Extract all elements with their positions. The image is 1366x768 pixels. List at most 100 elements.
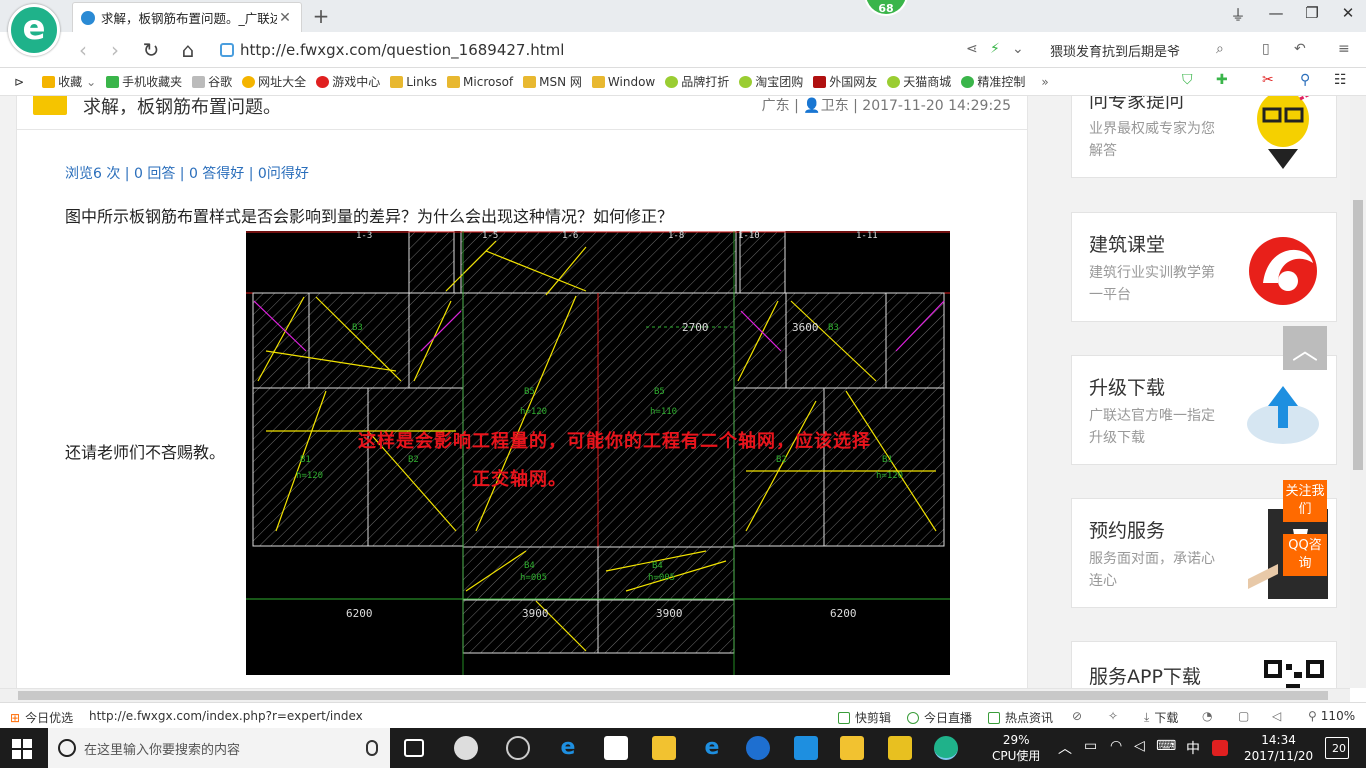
url-input[interactable]: http://e.fwxgx.com/question_1689427.html [220, 38, 1030, 62]
scrollbar-thumb[interactable] [18, 691, 1328, 700]
history-icon[interactable]: ◔ [1202, 709, 1212, 723]
bookmark-item[interactable]: 外国网友 [813, 73, 877, 90]
browser-taskbar-icon[interactable] [934, 736, 958, 760]
audio-icon[interactable]: ◁ [1272, 709, 1281, 723]
bookmark-item[interactable]: 谷歌 [192, 73, 232, 90]
task-view-icon[interactable] [404, 739, 424, 757]
swirl-app-icon[interactable] [506, 736, 530, 760]
zoom-level[interactable]: ⚲ 110% [1308, 709, 1355, 723]
g-app-icon[interactable] [746, 736, 770, 760]
ie-browser-icon[interactable]: e [700, 736, 724, 760]
bookmark-folder[interactable]: MSN 网 [523, 73, 582, 90]
plus-extension-icon[interactable]: ✚ [1216, 72, 1228, 88]
scrollbar-thumb[interactable] [1353, 200, 1363, 470]
speed-icon[interactable]: ⊘ [1072, 709, 1082, 723]
bookmark-item[interactable]: 手机收藏夹 [106, 73, 182, 90]
search-icon[interactable]: ⌕ [1216, 41, 1224, 57]
microphone-icon[interactable] [366, 740, 378, 756]
sogou-ime-icon[interactable] [1212, 740, 1228, 756]
back-to-top-button[interactable]: ︿ [1283, 326, 1327, 370]
sidebar-card-ask-expert[interactable]: 问专家提问 业界最权威专家为您解答 [1071, 96, 1337, 178]
cad-slab-label: h=005 [520, 573, 548, 583]
bookmark-item[interactable]: 精准控制 [961, 73, 1025, 90]
bookmark-item[interactable]: 天猫商城 [887, 73, 951, 90]
folder-icon [447, 75, 461, 88]
ime-indicator[interactable]: 中 [1186, 738, 1200, 758]
horizontal-scrollbar[interactable] [0, 688, 1350, 702]
bookmark-item[interactable]: 收藏 ⌄ [42, 73, 96, 90]
vertical-scrollbar[interactable] [1350, 96, 1366, 688]
cad-dimension: 6200 [346, 607, 373, 620]
tab-active[interactable]: 求解，板钢筋布置问题。_广联达 ✕ [72, 2, 302, 32]
cpu-usage[interactable]: 29% CPU使用 [992, 732, 1040, 764]
sidebar-card-title: 预约服务 [1089, 520, 1166, 542]
status-item[interactable]: 今日直播 [907, 709, 972, 726]
sidebar-card-app-download[interactable]: 服务APP下载 [1071, 641, 1337, 688]
bookmark-folder[interactable]: Window [591, 75, 655, 89]
volume-icon[interactable]: ◁ [1134, 738, 1145, 754]
file-explorer-icon[interactable] [652, 736, 676, 760]
chevron-up-icon[interactable]: ︿ [1058, 738, 1072, 758]
question-stats[interactable]: 浏览6 次 | 0 回答 | 0 答得好 | 0问得好 [65, 163, 309, 183]
status-item[interactable]: 热点资讯 [988, 709, 1053, 726]
status-item[interactable]: 快剪辑 [838, 709, 891, 726]
close-window-button[interactable]: ✕ [1334, 4, 1362, 22]
calculator-app-icon[interactable] [888, 736, 912, 760]
leaf-icon [739, 75, 753, 88]
skin-icon[interactable]: ⏚ [1224, 4, 1252, 25]
sidebar-card-download[interactable]: 升级下载 广联达官方唯一指定升级下载 [1071, 355, 1337, 465]
extensions-menu-icon[interactable]: ☷ [1334, 72, 1347, 88]
notes-app-icon[interactable] [840, 736, 864, 760]
window-icon[interactable]: ▢ [1238, 709, 1249, 723]
bookmark-item[interactable]: 网址大全 [242, 73, 306, 90]
store-icon[interactable] [604, 736, 628, 760]
tab-close-icon[interactable]: ✕ [277, 10, 293, 26]
refresh-button[interactable]: ↻ [138, 38, 164, 62]
lightning-icon[interactable]: ⚡ [990, 41, 1000, 57]
search-suggestion[interactable]: 猥琐发育抗到后期是爷 [1050, 41, 1180, 60]
share-icon[interactable]: ⋖ [966, 41, 978, 57]
new-tab-button[interactable]: + [310, 4, 332, 28]
plus-app-icon[interactable] [794, 736, 818, 760]
wifi-icon[interactable]: ◠ [1110, 738, 1122, 754]
menu-icon[interactable]: ≡ [1338, 41, 1350, 57]
cleanup-icon[interactable]: ✧ [1108, 709, 1118, 723]
edge-browser-icon[interactable]: e [556, 736, 580, 760]
windows-start-icon[interactable] [12, 739, 32, 759]
question-title: 求解，板钢筋布置问题。 [83, 97, 281, 118]
cad-axis-label: 1-10 [738, 231, 760, 241]
action-center-icon[interactable]: 20 [1325, 737, 1349, 759]
maximize-button[interactable]: ❐ [1298, 4, 1326, 22]
home-button[interactable]: ⌂ [175, 38, 201, 62]
pinwheel-app-icon[interactable] [454, 736, 478, 760]
search-extension-icon[interactable]: ⚲ [1300, 72, 1310, 88]
shield-icon[interactable]: ⛉ [1182, 72, 1193, 88]
status-item[interactable]: ⤓ 下载 [1144, 709, 1178, 726]
clip-icon [838, 711, 850, 724]
taskbar-search-input[interactable]: 在这里输入你要搜索的内容 [48, 728, 390, 768]
bookmarks-more-button[interactable]: » [1041, 75, 1048, 89]
bookmark-folder[interactable]: Links [390, 75, 437, 89]
bookmark-folder[interactable]: Microsof [447, 75, 513, 89]
cad-drawing-image[interactable]: 2700 3600 6200 3900 3900 6200 B5 h=120 B… [246, 231, 950, 675]
today-picks[interactable]: ⊞ 今日优选 [10, 709, 73, 726]
scissors-icon[interactable]: ✂ [1262, 72, 1274, 88]
keyboard-icon[interactable]: ⌨ [1156, 738, 1176, 754]
follow-us-button[interactable]: 关注我们 [1283, 480, 1327, 522]
bookmark-item[interactable]: 品牌打折 [665, 73, 729, 90]
chevron-down-icon[interactable]: ⌄ [1012, 41, 1024, 57]
sidebar-card-classroom[interactable]: 建筑课堂 建筑行业实训教学第一平台 [1071, 212, 1337, 322]
bookmark-item[interactable]: 淘宝团购 [739, 73, 803, 90]
minimize-button[interactable]: — [1262, 4, 1290, 22]
device-icon[interactable]: ▯ [1262, 41, 1270, 57]
network-icon[interactable]: ▭ [1084, 738, 1097, 754]
notification-badge[interactable]: 68 [864, 0, 908, 16]
forward-button[interactable]: › [102, 38, 128, 62]
qq-consult-button[interactable]: QQ咨询 [1283, 534, 1327, 576]
system-clock[interactable]: 14:34 2017/11/20 [1244, 732, 1313, 764]
undo-icon[interactable]: ↶ [1294, 41, 1306, 57]
browser-logo-icon[interactable]: e [8, 4, 60, 56]
sidebar-toggle-icon[interactable]: ⊳ [14, 75, 24, 89]
back-button[interactable]: ‹ [70, 38, 96, 62]
bookmark-item[interactable]: 游戏中心 [316, 73, 380, 90]
